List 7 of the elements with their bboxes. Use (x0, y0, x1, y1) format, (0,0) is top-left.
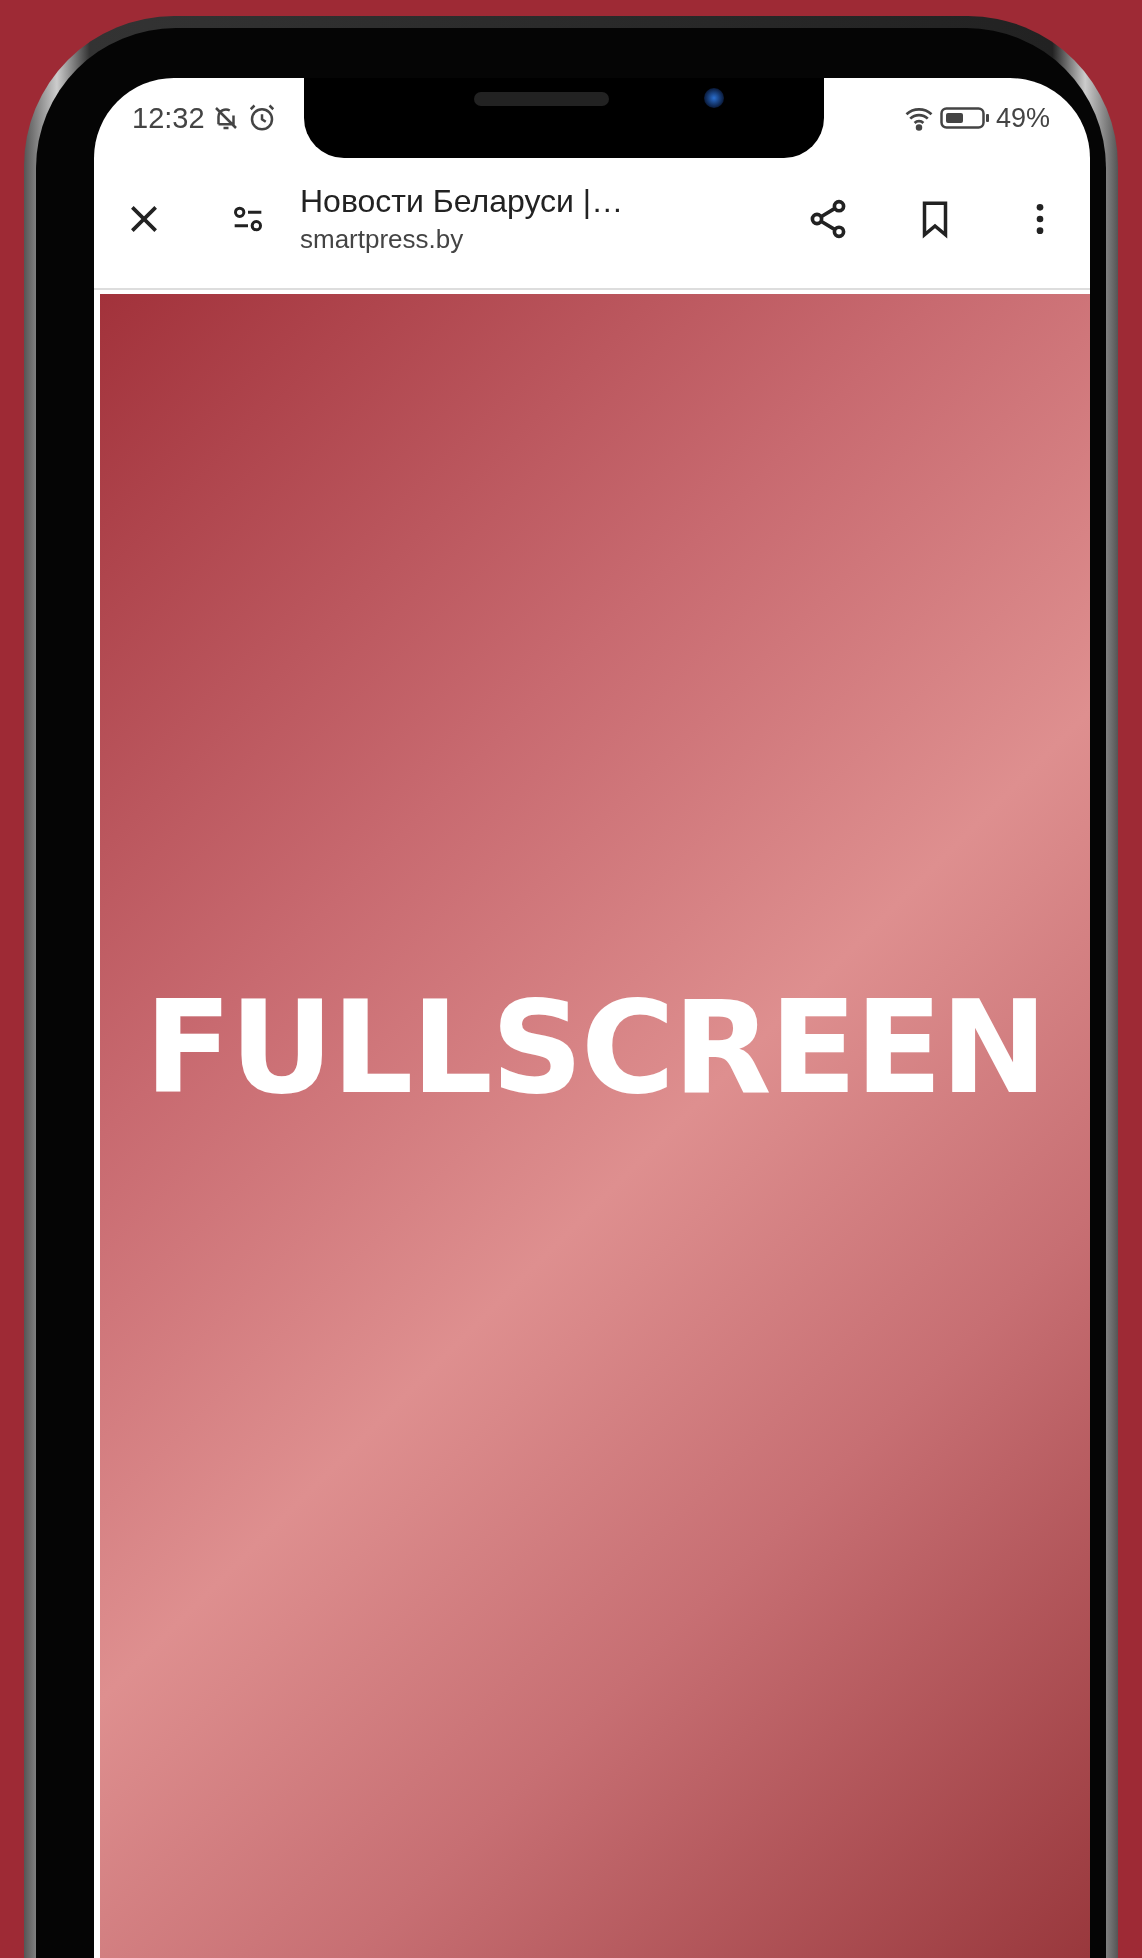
battery-percentage: 49% (995, 102, 1050, 134)
battery-icon (939, 106, 990, 130)
status-time: 12:32 (132, 101, 205, 135)
page-url: smartpress.by (300, 224, 465, 255)
page-title: Новости Беларуси |… (300, 183, 625, 220)
ad-banner[interactable]: FULLSCREEN (100, 294, 1090, 1958)
ad-headline: FULLSCREEN (144, 984, 1046, 1114)
